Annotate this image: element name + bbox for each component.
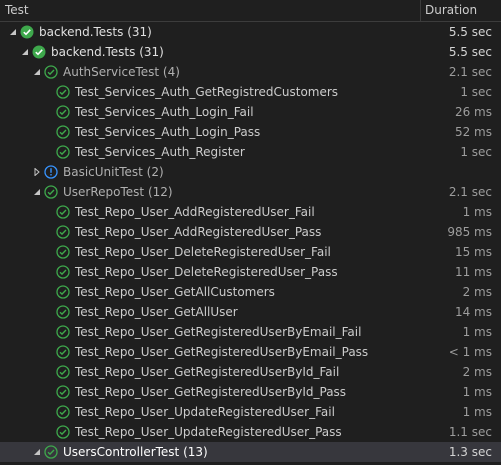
test-duration: 1 ms bbox=[462, 405, 492, 419]
test-group-row[interactable]: AuthServiceTest (4) 2.1 sec bbox=[0, 62, 501, 82]
test-name: Test_Services_Auth_Register bbox=[75, 145, 245, 159]
test-row[interactable]: Test_Repo_User_AddRegisteredUser_Pass 985… bbox=[0, 222, 501, 242]
test-name: Test_Repo_User_UpdateRegisteredUser_Fail bbox=[75, 405, 335, 419]
pass-check-icon bbox=[44, 65, 58, 79]
test-duration: 15 ms bbox=[454, 245, 492, 259]
test-name: Test_Services_Auth_Login_Pass bbox=[75, 125, 261, 139]
test-group-row[interactable]: backend.Tests (31) 5.5 sec bbox=[0, 42, 501, 62]
test-duration: 1 sec bbox=[460, 145, 492, 159]
test-duration: 2.1 sec bbox=[448, 65, 492, 79]
test-row[interactable]: Test_Repo_User_GetAllCustomers 2 ms bbox=[0, 282, 501, 302]
test-row[interactable]: Test_Repo_User_GetRegisteredUserById_Fai… bbox=[0, 362, 501, 382]
test-row[interactable]: Test_Repo_User_GetRegisteredUserById_Pas… bbox=[0, 382, 501, 402]
duration-column-header[interactable]: Duration bbox=[425, 0, 477, 21]
pass-check-icon bbox=[56, 125, 70, 139]
test-column-header[interactable]: Test bbox=[5, 0, 29, 21]
test-duration: 1 ms bbox=[462, 325, 492, 339]
test-row[interactable]: Test_Repo_User_DeleteRegisteredUser_Fail… bbox=[0, 242, 501, 262]
test-group-row[interactable]: UserRepoTest (12) 2.1 sec bbox=[0, 182, 501, 202]
test-group-name: UsersControllerTest (13) bbox=[63, 445, 208, 459]
pass-check-icon bbox=[56, 305, 70, 319]
warning-info-icon bbox=[44, 165, 58, 179]
pass-check-icon bbox=[56, 205, 70, 219]
test-name: Test_Repo_User_AddRegisteredUser_Pass bbox=[75, 225, 322, 239]
test-duration: 1.1 sec bbox=[448, 425, 492, 439]
test-group-row[interactable]: backend.Tests (31) 5.5 sec bbox=[0, 22, 501, 42]
pass-check-icon bbox=[44, 185, 58, 199]
test-duration: 2 ms bbox=[462, 365, 492, 379]
pass-check-icon bbox=[56, 225, 70, 239]
pass-check-icon bbox=[56, 425, 70, 439]
test-group-name: backend.Tests (31) bbox=[51, 45, 164, 59]
test-name: Test_Repo_User_GetRegisteredUserByEmail_… bbox=[75, 325, 362, 339]
test-row[interactable]: Test_Repo_User_GetRegisteredUserByEmail_… bbox=[0, 322, 501, 342]
test-duration: 2 ms bbox=[462, 285, 492, 299]
test-group-row[interactable]: UsersControllerTest (13) 1.3 sec bbox=[0, 442, 501, 462]
pass-check-icon bbox=[56, 145, 70, 159]
pass-check-icon bbox=[56, 405, 70, 419]
test-group-name: BasicUnitTest (2) bbox=[63, 165, 164, 179]
test-duration: 1.3 sec bbox=[448, 445, 492, 459]
test-duration: 1 ms bbox=[462, 205, 492, 219]
test-duration: 2.1 sec bbox=[448, 185, 492, 199]
chevron-right-icon[interactable] bbox=[32, 162, 42, 182]
pass-check-icon bbox=[56, 365, 70, 379]
chevron-down-icon[interactable] bbox=[32, 62, 42, 82]
test-row[interactable]: Test_Services_Auth_GetRegistredCustomers… bbox=[0, 82, 501, 102]
test-duration: 52 ms bbox=[454, 125, 492, 139]
test-row[interactable]: Test_Services_Auth_Login_Pass 52 ms bbox=[0, 122, 501, 142]
test-name: Test_Services_Auth_Login_Fail bbox=[75, 105, 254, 119]
pass-check-icon bbox=[56, 265, 70, 279]
test-name: Test_Repo_User_GetAllCustomers bbox=[75, 285, 275, 299]
test-name: Test_Repo_User_DeleteRegisteredUser_Pass bbox=[75, 265, 338, 279]
test-name: Test_Repo_User_DeleteRegisteredUser_Fail bbox=[75, 245, 331, 259]
test-row[interactable]: Test_Services_Auth_Login_Fail 26 ms bbox=[0, 102, 501, 122]
chevron-down-icon[interactable] bbox=[20, 42, 30, 62]
test-row[interactable]: Test_Repo_User_AddRegisteredUser_Fail 1 m… bbox=[0, 202, 501, 222]
pass-check-icon bbox=[56, 325, 70, 339]
test-row[interactable]: Test_Repo_User_GetAllUser 14 ms bbox=[0, 302, 501, 322]
chevron-down-icon[interactable] bbox=[32, 442, 42, 462]
test-group-name: backend.Tests (31) bbox=[39, 25, 152, 39]
test-name: Test_Repo_User_GetRegisteredUserById_Fai… bbox=[75, 365, 340, 379]
chevron-down-icon[interactable] bbox=[8, 22, 18, 42]
test-duration: 11 ms bbox=[454, 265, 492, 279]
test-name: Test_Repo_User_GetRegisteredUserById_Pas… bbox=[75, 385, 347, 399]
pass-check-icon bbox=[56, 85, 70, 99]
pass-check-icon bbox=[56, 285, 70, 299]
test-row[interactable]: Test_Services_Auth_Register 1 sec bbox=[0, 142, 501, 162]
test-duration: 5.5 sec bbox=[448, 45, 492, 59]
pass-check-icon bbox=[32, 45, 46, 59]
test-row[interactable]: Test_Repo_User_UpdateRegisteredUser_Pass… bbox=[0, 422, 501, 442]
test-name: Test_Services_Auth_GetRegistredCustomers bbox=[75, 85, 339, 99]
test-name: Test_Repo_User_AddRegisteredUser_Fail bbox=[75, 205, 315, 219]
test-duration: 985 ms bbox=[447, 225, 492, 239]
test-name: Test_Repo_User_GetRegisteredUserByEmail_… bbox=[75, 345, 369, 359]
test-duration: 1 ms bbox=[462, 385, 492, 399]
chevron-down-icon[interactable] bbox=[32, 182, 42, 202]
test-row[interactable]: Test_Repo_User_GetRegisteredUserByEmail_… bbox=[0, 342, 501, 362]
test-name: Test_Repo_User_UpdateRegisteredUser_Pass bbox=[75, 425, 342, 439]
column-divider[interactable] bbox=[420, 0, 421, 21]
test-group-name: UserRepoTest (12) bbox=[63, 185, 173, 199]
pass-check-icon bbox=[56, 105, 70, 119]
pass-check-icon bbox=[56, 245, 70, 259]
test-name: Test_Repo_User_GetAllUser bbox=[75, 305, 238, 319]
pass-check-icon bbox=[56, 345, 70, 359]
pass-check-icon bbox=[44, 445, 58, 459]
test-row[interactable]: Test_Repo_User_DeleteRegisteredUser_Pass… bbox=[0, 262, 501, 282]
test-group-row[interactable]: BasicUnitTest (2) bbox=[0, 162, 501, 182]
test-row[interactable]: Test_Repo_User_UpdateRegisteredUser_Fail… bbox=[0, 402, 501, 422]
pass-check-icon bbox=[56, 385, 70, 399]
test-group-name: AuthServiceTest (4) bbox=[63, 65, 180, 79]
pass-check-icon bbox=[20, 25, 34, 39]
test-duration: < 1 ms bbox=[448, 345, 492, 359]
test-duration: 26 ms bbox=[454, 105, 492, 119]
test-duration: 1 sec bbox=[460, 85, 492, 99]
test-duration: 5.5 sec bbox=[448, 25, 492, 39]
column-header: Test Duration bbox=[0, 0, 501, 22]
test-duration: 14 ms bbox=[454, 305, 492, 319]
